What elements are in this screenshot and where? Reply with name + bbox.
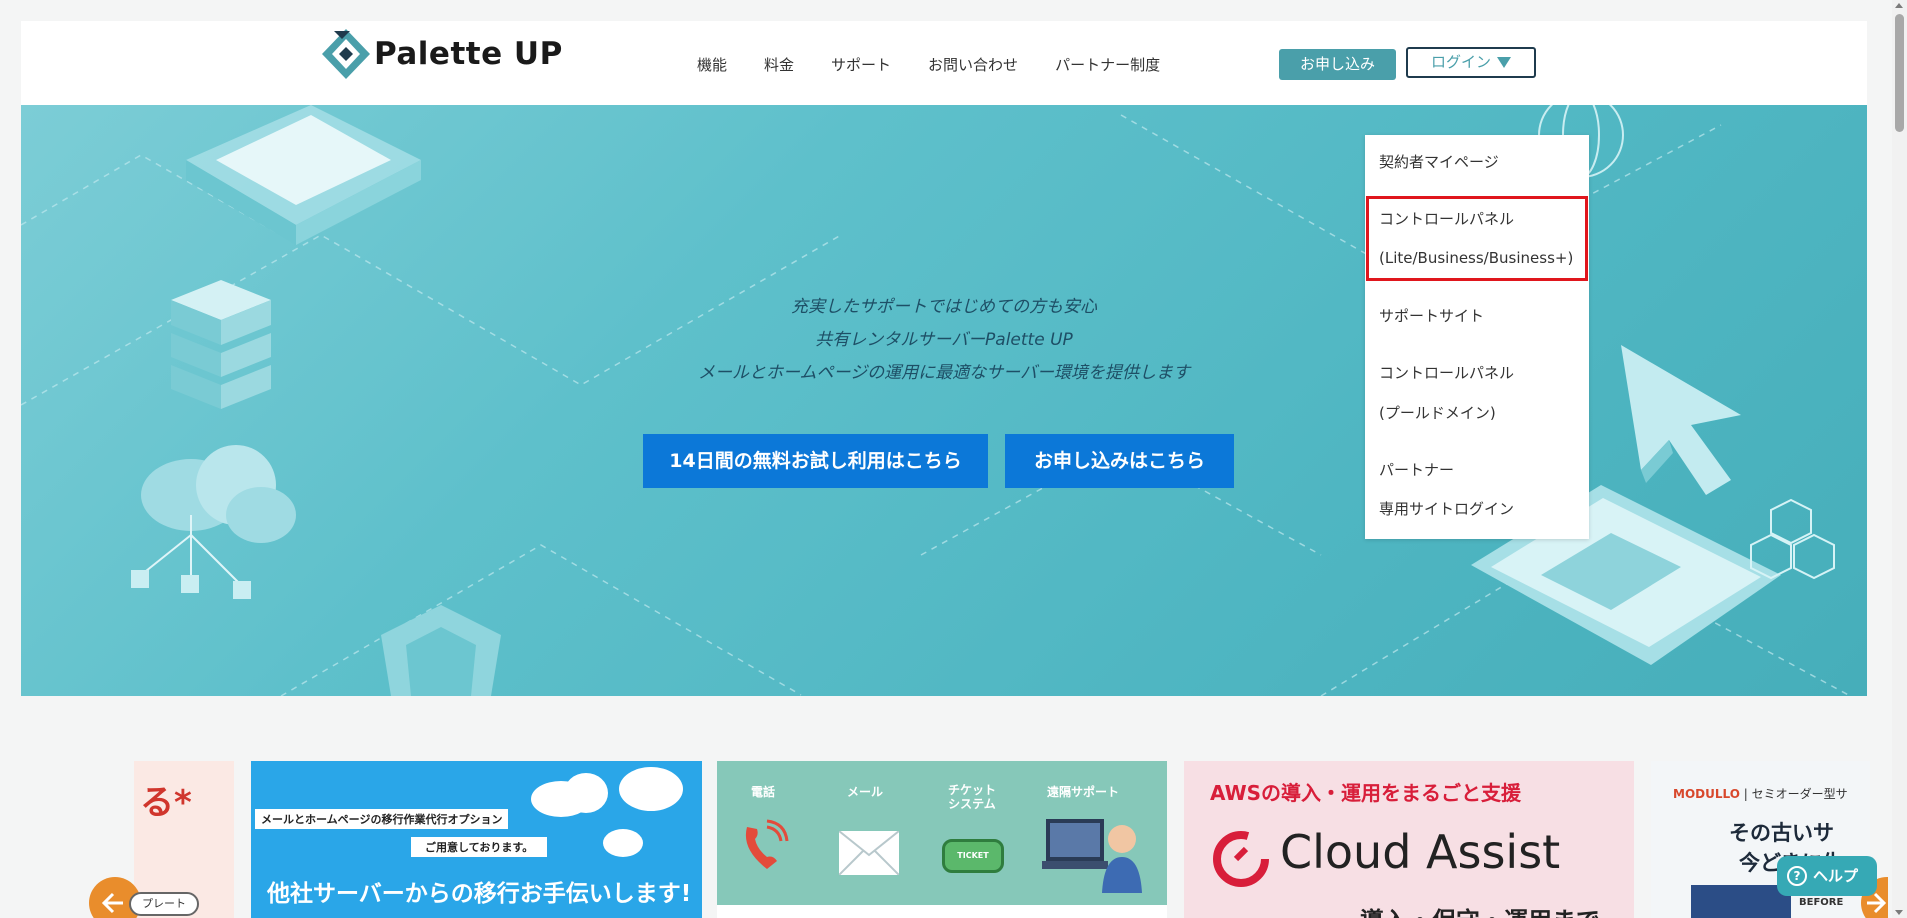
modullo-brand: MODULLO xyxy=(1673,787,1740,801)
hero-line-3: メールとホームページの運用に最適なサーバー環境を提供します xyxy=(698,363,1190,383)
modullo-tag: セミオーダー型サ xyxy=(1751,787,1848,801)
login-dropdown-button[interactable]: ログイン xyxy=(1406,47,1536,78)
nav-item-partner[interactable]: パートナー制度 xyxy=(1055,54,1160,75)
modullo-screenshot xyxy=(1691,885,1791,918)
site-logo[interactable]: Palette UP xyxy=(320,27,563,81)
hero-section: 充実したサポートではじめての方も安心 共有レンタルサーバーPalette UP … xyxy=(21,105,1867,696)
help-icon: ? xyxy=(1787,866,1807,886)
scroll-thumb[interactable] xyxy=(1895,14,1904,132)
envelope-illustration xyxy=(186,105,421,245)
hero-background-illustration xyxy=(21,105,1852,696)
support-channel-remote-label: 遠隔サポート xyxy=(1047,785,1120,799)
hero-line-2: 共有レンタルサーバーPalette UP xyxy=(815,330,1073,350)
help-label: ヘルプ xyxy=(1813,867,1859,885)
migration-main-text: 他社サーバーからの移行お手伝いします! xyxy=(267,881,692,907)
hero-line-1: 充実したサポートではじめての方も安心 xyxy=(791,297,1097,317)
carousel-tab-label[interactable]: プレート xyxy=(129,892,199,916)
aws-brand: Cloud Assist xyxy=(1280,825,1561,879)
nav-item-features[interactable]: 機能 xyxy=(697,54,727,75)
hero-apply-button[interactable]: お申し込みはこちら xyxy=(1005,434,1234,488)
menu-item-partner-login[interactable]: 専用サイトログイン xyxy=(1379,489,1514,529)
highlight-box xyxy=(1366,196,1588,281)
scroll-down-icon[interactable] xyxy=(1895,910,1903,915)
modullo-headline-1: その古いサ xyxy=(1729,821,1834,845)
aws-headline: AWSの導入・運用をまるごと支援 xyxy=(1210,781,1522,805)
migration-top-label: メールとホームページの移行作業代行オプション xyxy=(255,809,509,829)
cloud-assist-logo-icon xyxy=(1213,831,1269,887)
mail-icon xyxy=(839,831,899,875)
migration-sub-label: ご用意しております。 xyxy=(411,837,548,857)
nav-item-pricing[interactable]: 料金 xyxy=(764,54,794,75)
free-trial-button[interactable]: 14日間の無料お試し利用はこちら xyxy=(643,434,988,488)
support-channel-phone-label: 電話 xyxy=(751,785,776,799)
ticket-icon-text: TICKET xyxy=(957,851,989,860)
header-apply-button[interactable]: お申し込み xyxy=(1279,49,1396,80)
menu-item-contractor-mypage[interactable]: 契約者マイページ xyxy=(1379,142,1499,182)
help-button[interactable]: ? ヘルプ xyxy=(1777,856,1877,896)
ticket-icon: TICKET xyxy=(942,839,1004,873)
menu-item-support-site[interactable]: サポートサイト xyxy=(1379,296,1484,336)
menu-item-partner[interactable]: パートナー xyxy=(1379,450,1454,490)
phone-icon xyxy=(745,819,789,869)
support-channel-ticket-label: チケット システム xyxy=(947,783,996,811)
logo-text: Palette UP xyxy=(374,36,563,72)
remote-support-icon xyxy=(1042,819,1142,893)
menu-item-control-panel-pool-sub[interactable]: (プールドメイン) xyxy=(1379,393,1496,433)
main-nav: 機能 料金 サポート お問い合わせ パートナー制度 xyxy=(697,54,1197,75)
menu-item-control-panel-pool[interactable]: コントロールパネル xyxy=(1379,353,1514,393)
page-scrollbar[interactable] xyxy=(1892,0,1907,918)
site-header: Palette UP 機能 料金 サポート お問い合わせ パートナー制度 お申し… xyxy=(21,21,1867,105)
banner-partial-left-text: る* xyxy=(140,783,192,823)
hero-tagline: 充実したサポートではじめての方も安心 共有レンタルサーバーPalette UP … xyxy=(21,291,1867,390)
modullo-tag-line: MODULLO | セミオーダー型サ xyxy=(1673,787,1848,801)
page: Palette UP 機能 料金 サポート お問い合わせ パートナー制度 お申し… xyxy=(21,21,1888,918)
palette-logo-icon xyxy=(322,29,370,79)
banner-support-channels[interactable]: 電話 メール チケット システム 遠隔サポート TICKET xyxy=(717,761,1167,918)
nav-item-support[interactable]: サポート xyxy=(831,54,891,75)
caret-down-icon xyxy=(1497,57,1511,68)
banner-migration[interactable]: メールとホームページの移行作業代行オプション ご用意しております。 他社サーバー… xyxy=(251,761,702,918)
login-button-label: ログイン xyxy=(1430,53,1491,71)
aws-sub: 導入・保守・運用まで xyxy=(1360,901,1600,918)
nav-item-contact[interactable]: お問い合わせ xyxy=(928,54,1018,75)
scroll-up-icon[interactable] xyxy=(1895,3,1903,8)
modullo-before-label: BEFORE xyxy=(1799,897,1844,908)
banner-cloud-assist[interactable]: AWSの導入・運用をまるごと支援 Cloud Assist 導入・保守・運用まで xyxy=(1184,761,1634,918)
support-channel-mail-label: メール xyxy=(847,785,884,799)
